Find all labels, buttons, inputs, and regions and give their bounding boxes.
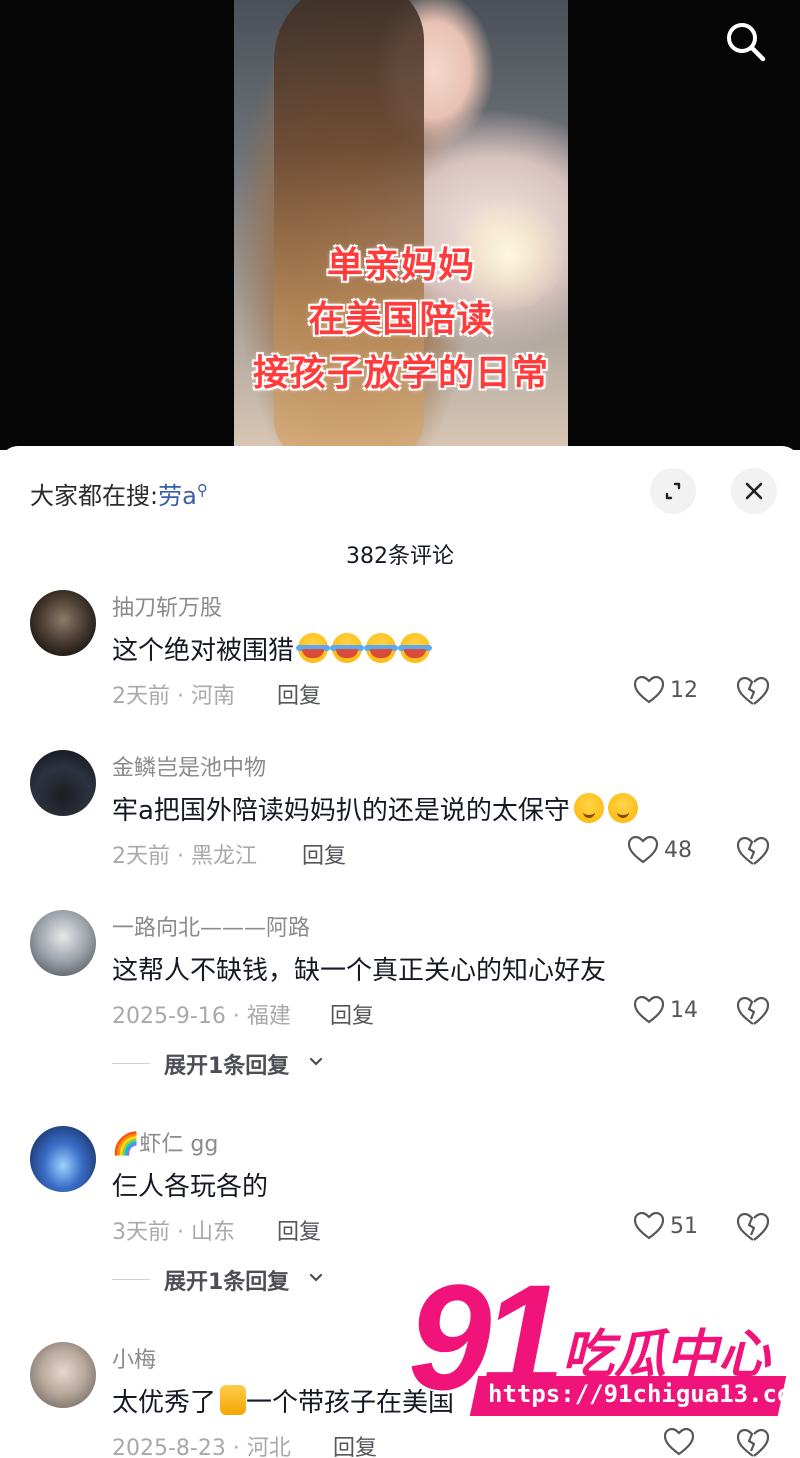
comment-meta: 2025-8-23 · 河北 <box>112 1436 291 1458</box>
like-count: 48 <box>664 838 692 863</box>
heart-icon <box>634 1212 664 1240</box>
dislike-icon <box>736 836 770 865</box>
chevron-down-icon <box>309 1273 323 1282</box>
hot-search-label: 大家都在搜: <box>30 482 159 510</box>
comment-username[interactable]: 小梅 <box>112 1342 156 1374</box>
heart-icon <box>628 836 658 864</box>
like-count: 12 <box>670 678 698 703</box>
video-area[interactable]: 单亲妈妈 在美国陪读 接孩子放学的日常 <box>0 0 800 450</box>
search-button[interactable] <box>722 18 768 64</box>
dislike-icon <box>736 676 770 705</box>
comment-text: 这个绝对被围猎 <box>112 630 433 667</box>
avatar[interactable] <box>30 910 96 976</box>
expand-sheet-button[interactable] <box>650 468 696 514</box>
reply-button[interactable]: 回复 <box>333 1430 377 1458</box>
video-caption-line-3: 接孩子放学的日常 <box>252 353 549 394</box>
thumbs-up-emoji <box>220 1385 247 1415</box>
like-button[interactable]: 48 <box>628 834 708 868</box>
expand-divider <box>112 1279 150 1280</box>
expand-replies-button[interactable]: 展开1条回复 <box>112 1264 372 1295</box>
heart-icon <box>664 1428 694 1456</box>
dislike-button[interactable] <box>736 1212 770 1244</box>
like-count: 14 <box>670 998 698 1023</box>
reply-button[interactable]: 回复 <box>277 678 321 710</box>
video-caption-line-1: 单亲妈妈 <box>326 245 475 286</box>
comment-text: 太优秀了 一个带孩子在美国 <box>112 1382 454 1419</box>
search-icon <box>727 23 766 62</box>
comment-sheet: 大家都在搜:劳a⚲ 382条评论 抽刀斩万股 这个绝对被围猎 2天前 · 河南 … <box>0 446 800 1458</box>
comment-text-content: 太优秀了 <box>112 1388 217 1418</box>
dislike-icon <box>736 1212 770 1241</box>
avatar[interactable] <box>30 1126 96 1192</box>
dislike-icon <box>736 996 770 1025</box>
hot-search-bar[interactable]: 大家都在搜:劳a⚲ <box>30 476 208 511</box>
rainbow-badge-icon: 🌈 <box>112 1132 140 1157</box>
smirk-emoji <box>573 793 604 823</box>
avatar[interactable] <box>30 590 96 656</box>
crying-laughing-emoji <box>398 633 433 663</box>
dislike-button[interactable] <box>736 1428 770 1458</box>
expand-icon <box>665 482 681 500</box>
comment-username[interactable]: 抽刀斩万股 <box>112 590 222 622</box>
expand-replies-label: 展开1条回复 <box>164 1054 290 1079</box>
comment-text-content: 牢a把国外陪读妈妈扒的还是说的太保守 <box>112 796 570 826</box>
chevron-down-icon <box>309 1057 323 1066</box>
crying-laughing-emoji <box>330 633 365 663</box>
dislike-button[interactable] <box>736 996 770 1028</box>
avatar[interactable] <box>30 1342 96 1408</box>
close-sheet-button[interactable] <box>731 468 777 514</box>
reply-button[interactable]: 回复 <box>302 838 346 870</box>
comment-text: 仨人各玩各的 <box>112 1172 269 1202</box>
dislike-button[interactable] <box>736 836 770 868</box>
close-icon <box>745 482 763 500</box>
video-caption-line-2: 在美国陪读 <box>308 299 494 340</box>
reply-button[interactable]: 回复 <box>277 1214 321 1246</box>
heart-icon <box>634 996 664 1024</box>
like-button[interactable]: 14 <box>634 994 714 1028</box>
crying-laughing-emoji <box>296 633 331 663</box>
comment-username-text: 虾仁 gg <box>139 1132 219 1157</box>
comment-text: 这帮人不缺钱，缺一个真正关心的知心好友 <box>112 956 607 986</box>
expand-replies-label: 展开1条回复 <box>164 1270 290 1295</box>
reply-button[interactable]: 回复 <box>330 998 374 1030</box>
comment-count: 382条评论 <box>346 544 454 569</box>
comment-text: 牢a把国外陪读妈妈扒的还是说的太保守 <box>112 790 638 827</box>
expand-divider <box>112 1063 150 1064</box>
small-search-icon: ⚲ <box>196 481 208 499</box>
like-button[interactable]: 51 <box>634 1210 714 1244</box>
heart-icon <box>634 676 664 704</box>
hot-search-keyword[interactable]: 劳a <box>158 482 197 510</box>
crying-laughing-emoji <box>364 633 399 663</box>
like-button[interactable] <box>664 1426 744 1458</box>
dislike-icon <box>736 1428 770 1457</box>
comment-meta: 2天前 · 河南 <box>112 684 235 709</box>
comment-meta: 3天前 · 山东 <box>112 1220 235 1245</box>
like-button[interactable]: 12 <box>634 674 714 708</box>
comment-username[interactable]: 金鳞岂是池中物 <box>112 750 266 782</box>
avatar[interactable] <box>30 750 96 816</box>
comment-username[interactable]: 🌈虾仁 gg <box>112 1126 218 1158</box>
comment-text-content: 这个绝对被围猎 <box>112 636 295 666</box>
dislike-button[interactable] <box>736 676 770 708</box>
like-count: 51 <box>670 1214 698 1239</box>
video-frame[interactable]: 单亲妈妈 在美国陪读 接孩子放学的日常 <box>234 0 568 450</box>
comment-meta: 2天前 · 黑龙江 <box>112 844 257 869</box>
comment-meta: 2025-9-16 · 福建 <box>112 1004 291 1029</box>
expand-replies-button[interactable]: 展开1条回复 <box>112 1048 372 1079</box>
comment-username[interactable]: 一路向北———阿路 <box>112 910 310 942</box>
smirk-emoji <box>607 793 638 823</box>
watermark-url: https://91chigua13.com <box>488 1380 800 1408</box>
